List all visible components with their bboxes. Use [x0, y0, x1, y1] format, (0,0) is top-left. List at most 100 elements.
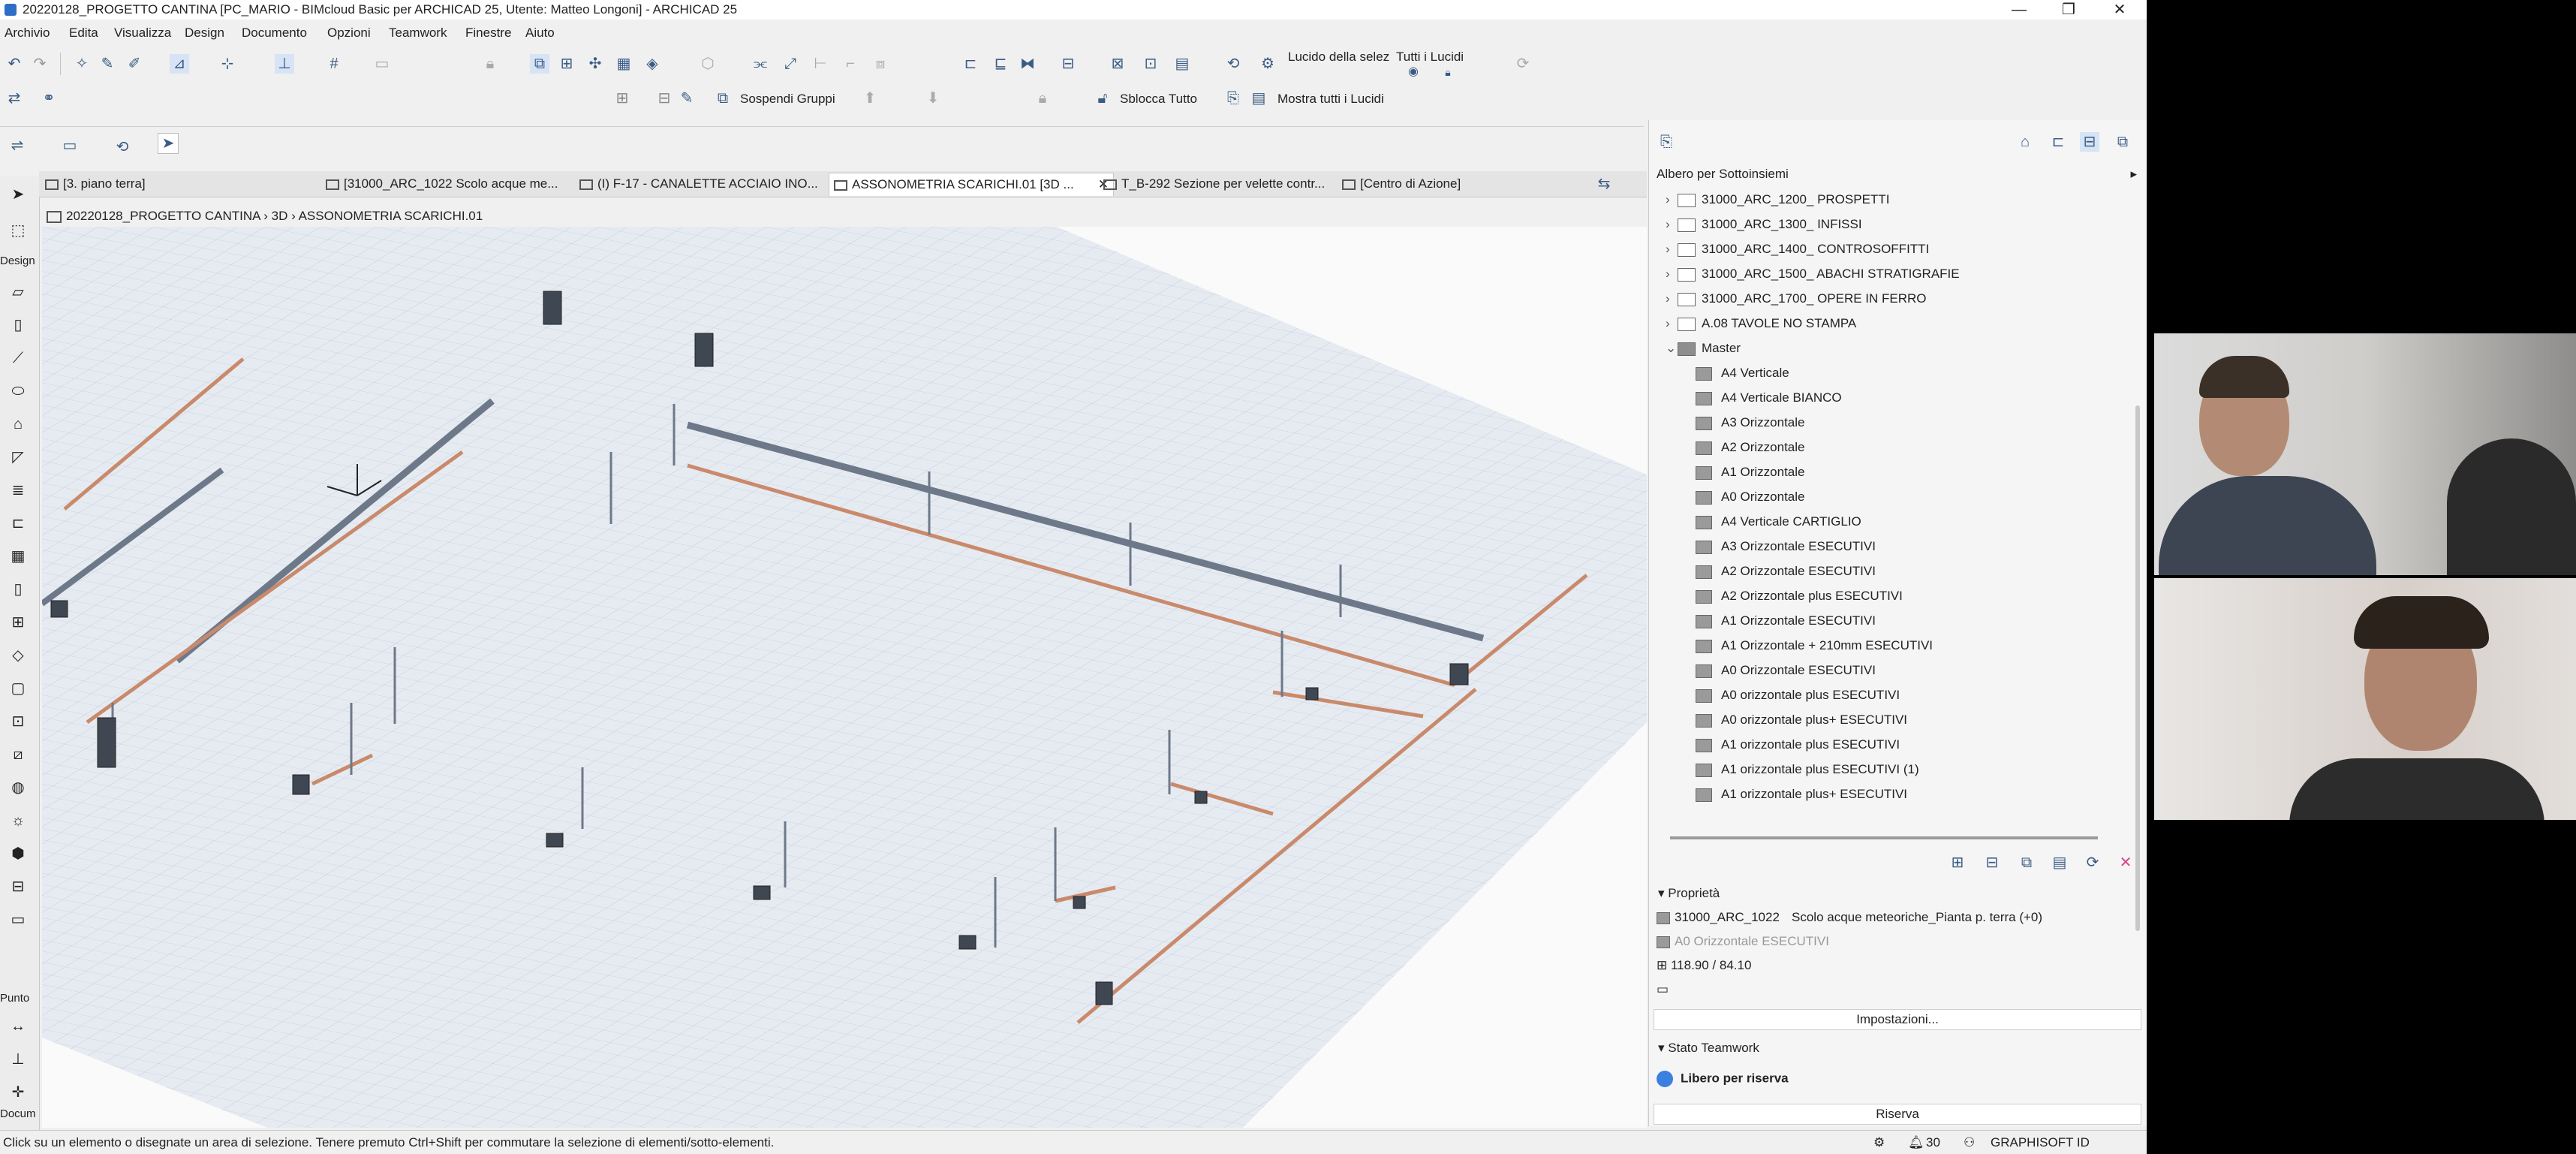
menu-aiuto[interactable]: Aiuto — [525, 23, 555, 44]
tab-sezione-velette[interactable]: T_B-292 Sezione per velette contr... — [1099, 173, 1371, 195]
delete-icon[interactable]: ✕ — [2116, 853, 2135, 872]
orbit-icon[interactable]: ⟲ — [113, 137, 132, 157]
master-layout-item[interactable]: A1 orizzontale plus ESECUTIVI (1) — [1696, 762, 1919, 777]
column-tool-icon[interactable]: ▯ — [8, 315, 29, 336]
curtain-wall-tool-icon[interactable]: ▦ — [8, 546, 29, 567]
navigator-tree-header[interactable]: Albero per Sottoinsiemi ▸ — [1657, 167, 2137, 182]
layers-icon[interactable]: ▦ — [614, 54, 633, 74]
unlock-all-icon[interactable]: 🔓︎ — [1093, 89, 1112, 108]
graphisoft-id-link[interactable]: GRAPHISOFT ID — [1991, 1131, 2090, 1154]
navigator-mode-icon[interactable]: ⎘ — [1657, 132, 1676, 152]
bring-forward-icon[interactable]: ⬆ — [860, 89, 880, 108]
project-map-icon[interactable]: ⌂ — [2015, 132, 2035, 152]
sblocca-tutto-button[interactable]: Sblocca Tutto — [1120, 92, 1197, 107]
menu-documento[interactable]: Documento — [242, 23, 307, 44]
offset-icon[interactable]: ⧈ — [871, 54, 890, 74]
group-select-icon[interactable]: ⊞ — [612, 89, 632, 108]
railing-tool-icon[interactable]: ⊏ — [8, 513, 29, 534]
trace-icon[interactable]: ▭ — [372, 54, 392, 74]
marquee-tool[interactable]: ⬚ — [8, 220, 29, 241]
selection-method-icon[interactable]: ▭ — [60, 136, 80, 155]
tab-piano-terra[interactable]: [3. piano terra] — [41, 173, 311, 195]
split-icon[interactable]: ⫘ — [751, 54, 770, 74]
distribute-icon[interactable]: ⊑ — [991, 54, 1010, 74]
tab-canalette[interactable]: (I) F-17 - CANALETTE ACCIAIO INO... — [575, 173, 845, 195]
magic-wand-icon[interactable]: ✧ — [72, 54, 92, 74]
teamwork-section-header[interactable]: ▾ Stato Teamwork — [1658, 1041, 1759, 1056]
stair-tool-icon[interactable]: ≣ — [8, 480, 29, 501]
fillet-icon[interactable]: ⌐ — [841, 54, 860, 74]
master-layout-item[interactable]: A1 Orizzontale — [1696, 465, 1805, 480]
master-layout-item[interactable]: A2 Orizzontale ESECUTIVI — [1696, 564, 1876, 579]
maximize-button[interactable]: ❐ — [2046, 0, 2091, 20]
menu-teamwork[interactable]: Teamwork — [389, 23, 447, 44]
layout-book-icon[interactable]: ⊟ — [2080, 132, 2099, 152]
library-tool-icon[interactable]: ⊟ — [8, 876, 29, 897]
menu-opzioni[interactable]: Opzioni — [327, 23, 371, 44]
snap-guides-icon[interactable]: ⊹ — [218, 54, 237, 74]
door-tool-icon[interactable]: ▯ — [8, 579, 29, 600]
teamwork-send-icon[interactable]: ⇄ — [5, 89, 24, 108]
tree-folder[interactable]: › 31000_ARC_1500_ ABACHI STRATIGRAFIE — [1666, 267, 1960, 282]
new-layout-icon[interactable]: ⊞ — [1948, 853, 1967, 872]
menu-design[interactable]: Design — [185, 23, 224, 44]
master-layout-item[interactable]: A1 orizzontale plus+ ESECUTIVI — [1696, 787, 1907, 802]
3d-viewport[interactable] — [40, 204, 1647, 1128]
grid-snap-icon[interactable]: # — [324, 54, 344, 74]
3d-view-icon[interactable]: ◈ — [642, 54, 662, 74]
clone-icon[interactable]: ⧉ — [2017, 853, 2036, 872]
layers-list-icon[interactable]: ▤ — [1249, 89, 1268, 108]
tree-folder[interactable]: › 31000_ARC_1200_ PROSPETTI — [1666, 192, 1889, 207]
layer-eye-icon[interactable]: ◉ — [1404, 65, 1423, 80]
tab-scolo-acque[interactable]: [31000_ARC_1022 Scolo acque me... — [321, 173, 596, 195]
tree-folder[interactable]: › 31000_ARC_1400_ CONTROSOFFITTI — [1666, 242, 1929, 257]
navigator-scrollbar[interactable] — [2135, 405, 2140, 931]
master-layout-item[interactable]: A0 Orizzontale — [1696, 490, 1805, 505]
beam-tool-icon[interactable]: ⟋ — [8, 348, 29, 369]
worksheet-icon[interactable]: ⊡ — [1141, 54, 1160, 74]
tab-centro-azione[interactable]: [Centro di Azione] — [1338, 173, 1533, 195]
master-layout-item[interactable]: A3 Orizzontale ESECUTIVI — [1696, 539, 1876, 554]
refresh-icon[interactable]: ⟳ — [2083, 853, 2102, 872]
window-tool-icon[interactable]: ⊞ — [8, 612, 29, 633]
renovation-icon[interactable]: ⟲ — [1223, 54, 1243, 74]
point-tool-icon[interactable]: ✛ — [8, 1082, 29, 1103]
guide-lines-icon[interactable]: ⊿ — [170, 54, 189, 74]
lock-icon[interactable]: 🔒︎ — [480, 54, 500, 74]
shape-icon[interactable]: ⬡ — [698, 54, 718, 74]
new-folder-icon[interactable]: ⊟ — [1982, 853, 2002, 872]
minimize-button[interactable]: — — [1997, 0, 2042, 20]
lock-element-icon[interactable]: 🔒︎ — [1033, 89, 1052, 108]
menu-visualizza[interactable]: Visualizza — [114, 23, 171, 44]
master-layout-item[interactable]: A4 Verticale — [1696, 366, 1789, 381]
slab-tool-icon[interactable]: ⬭ — [8, 381, 29, 402]
zone-tool-icon[interactable]: ⊡ — [8, 711, 29, 732]
master-layout-item[interactable]: A4 Verticale BIANCO — [1696, 390, 1842, 405]
arrow-tool[interactable]: ➤ — [8, 184, 29, 205]
arrow-tool-icon[interactable]: ➤ — [158, 133, 179, 154]
tree-folder[interactable]: › 31000_ARC_1300_ INFISSI — [1666, 217, 1862, 232]
sync-icon[interactable]: ⟳ — [1513, 54, 1533, 74]
elevation-icon[interactable]: ⊠ — [1108, 54, 1127, 74]
shell-tool-icon[interactable]: ◸ — [8, 447, 29, 468]
notification-bell-icon[interactable]: 🔔︎ — [1908, 1131, 1924, 1154]
riserva-button[interactable]: Riserva — [1654, 1104, 2141, 1125]
adjust-icon[interactable]: ⤢ — [781, 54, 800, 74]
dimension-tool-icon[interactable]: ↔ — [8, 1016, 29, 1037]
tree-folder[interactable]: › A.08 TAVOLE NO STAMPA — [1666, 316, 1856, 331]
layer-lock-icon[interactable]: 🔒︎ — [1438, 65, 1458, 80]
redo-icon[interactable]: ↷ — [30, 54, 50, 74]
tab-list-icon[interactable]: ⇆ — [1594, 174, 1614, 194]
master-layout-item[interactable]: A1 orizzontale plus ESECUTIVI — [1696, 737, 1900, 752]
menu-archivio[interactable]: Archivio — [5, 23, 50, 44]
intersect-icon[interactable]: ⊢ — [811, 54, 830, 74]
publisher-icon[interactable]: ⧉ — [2113, 132, 2132, 152]
mep-tool-icon[interactable]: ⬢ — [8, 843, 29, 864]
master-layout-item[interactable]: A2 Orizzontale — [1696, 440, 1805, 455]
teamwork-status-icon[interactable]: ⚙ — [1873, 1131, 1885, 1154]
section-icon[interactable]: ⊟ — [1058, 54, 1078, 74]
master-icon[interactable]: ▤ — [2050, 853, 2069, 872]
tab-assonometria[interactable]: ASSONOMETRIA SCARICHI.01 [3D ... ✕ — [829, 173, 1114, 196]
roof-tool-icon[interactable]: ⌂ — [8, 414, 29, 435]
explode-icon[interactable]: ✣ — [585, 54, 605, 74]
